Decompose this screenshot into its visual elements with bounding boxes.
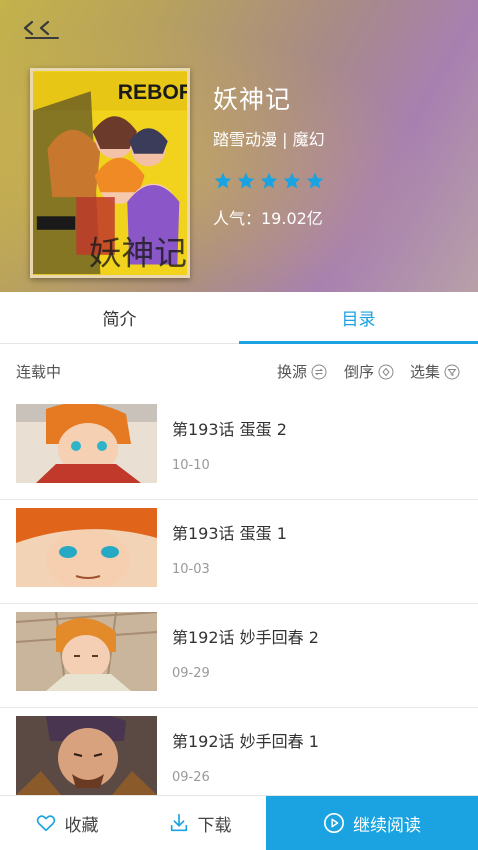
download-label: 下载 xyxy=(197,815,232,836)
continue-reading-label: 继续阅读 xyxy=(353,815,421,836)
star-icon xyxy=(237,172,255,189)
chapter-item[interactable]: 第193话 蛋蛋 1 10-03 xyxy=(0,500,478,604)
favorite-label: 收藏 xyxy=(64,815,99,836)
chapter-date: 10-10 xyxy=(172,458,210,473)
select-episode-label: 选集 xyxy=(410,363,441,381)
download-icon xyxy=(170,813,187,832)
download-button[interactable]: 下载 xyxy=(133,796,266,850)
chapter-item[interactable]: 第193话 蛋蛋 2 10-10 xyxy=(0,396,478,500)
swap-icon xyxy=(311,364,327,379)
star-icon xyxy=(214,172,232,189)
comic-title: 妖神记 xyxy=(213,85,292,114)
chapter-thumbnail xyxy=(16,612,157,691)
tab-intro[interactable]: 简介 xyxy=(0,292,239,343)
switch-source-label: 换源 xyxy=(277,363,308,381)
comic-meta: 踏雪动漫 | 魔幻 xyxy=(213,130,325,149)
serial-status: 连载中 xyxy=(16,363,62,381)
tab-catalog[interactable]: 目录 xyxy=(239,292,478,344)
star-icon xyxy=(306,172,324,189)
chapter-date: 09-26 xyxy=(172,770,210,785)
chapter-thumbnail xyxy=(16,404,157,483)
catalog-toolbar: 连载中 换源 倒序 选集 xyxy=(0,344,478,396)
chapter-date: 09-29 xyxy=(172,666,210,681)
cover-logo-text: REBORN xyxy=(118,81,187,104)
back-button[interactable] xyxy=(22,16,62,42)
sort-icon xyxy=(378,364,394,379)
chapter-title: 第193话 蛋蛋 2 xyxy=(172,420,287,439)
chapter-thumbnail xyxy=(16,508,157,587)
continue-reading-button[interactable]: 继续阅读 xyxy=(266,796,478,850)
comic-cover: REBORN 妖神记 xyxy=(30,68,190,278)
back-arrow-icon xyxy=(23,20,59,39)
comic-header: REBORN 妖神记 妖神记 踏雪动漫 | 魔幻 人气：19.02亿 xyxy=(0,0,478,292)
chapter-list: 第193话 蛋蛋 2 10-10 第193话 蛋蛋 1 10-03 第192话 … xyxy=(0,396,478,812)
reverse-order-button[interactable]: 倒序 xyxy=(344,361,394,382)
heart-icon xyxy=(36,815,55,832)
bottom-action-bar: 收藏 下载 继续阅读 xyxy=(0,795,478,850)
tab-bar: 简介 目录 xyxy=(0,292,478,344)
chapter-date: 10-03 xyxy=(172,562,210,577)
chapter-title: 第193话 蛋蛋 1 xyxy=(172,524,287,543)
filter-icon xyxy=(444,364,460,379)
popularity-count: 人气：19.02亿 xyxy=(213,209,323,228)
rating-stars xyxy=(213,171,325,191)
star-icon xyxy=(260,172,278,189)
switch-source-button[interactable]: 换源 xyxy=(277,361,327,382)
svg-text:妖神记: 妖神记 xyxy=(89,234,187,272)
favorite-button[interactable]: 收藏 xyxy=(0,796,133,850)
chapter-item[interactable]: 第192话 妙手回春 2 09-29 xyxy=(0,604,478,708)
star-icon xyxy=(283,172,301,189)
chapter-thumbnail xyxy=(16,716,157,795)
chapter-title: 第192话 妙手回春 2 xyxy=(172,628,319,647)
cover-art: REBORN 妖神记 xyxy=(33,71,187,275)
play-icon xyxy=(324,813,344,833)
chapter-title: 第192话 妙手回春 1 xyxy=(172,732,319,751)
select-episode-button[interactable]: 选集 xyxy=(410,361,460,382)
reverse-order-label: 倒序 xyxy=(344,363,375,381)
